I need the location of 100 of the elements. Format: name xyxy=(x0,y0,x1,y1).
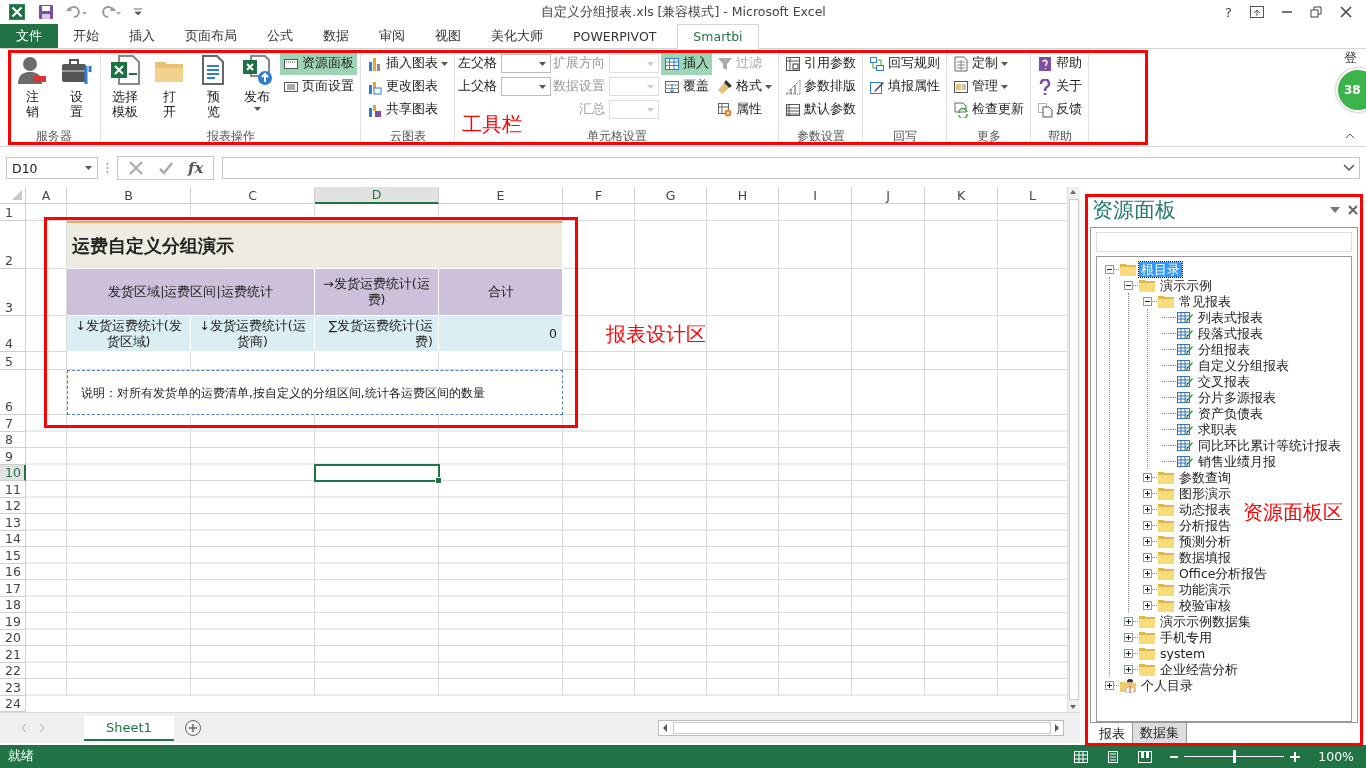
tree-item[interactable]: Office分析报告 xyxy=(1177,565,1270,581)
ribbon-button[interactable]: 管理 xyxy=(950,75,1027,98)
column-header[interactable]: J xyxy=(852,187,925,204)
ribbon-button[interactable]: 属性 xyxy=(714,98,775,121)
row-header[interactable]: 2 xyxy=(0,221,26,269)
row-header[interactable]: 3 xyxy=(0,269,26,316)
ribbon-button[interactable]: 发布 xyxy=(236,52,278,128)
tree-item[interactable]: 动态报表 xyxy=(1177,501,1233,517)
row-header[interactable]: 7 xyxy=(0,415,26,432)
scrollbar-thumb[interactable] xyxy=(673,722,1051,734)
row-header[interactable]: 22 xyxy=(0,662,26,679)
ribbon-tab[interactable]: POWERPIVOT xyxy=(558,24,672,48)
column-header[interactable]: E xyxy=(439,187,563,204)
ribbon-button[interactable]: 检查更新 xyxy=(950,98,1027,121)
tree-item[interactable]: 分片多源报表 xyxy=(1196,389,1278,405)
tree-item[interactable]: 企业经营分析 xyxy=(1158,661,1240,677)
tree-item[interactable]: 常见报表 xyxy=(1177,293,1233,309)
column-header[interactable]: I xyxy=(779,187,852,204)
ribbon-button[interactable]: 资源面板 xyxy=(280,52,357,75)
ribbon-button[interactable]: 回写规则 xyxy=(866,52,943,75)
search-field[interactable] xyxy=(1096,232,1352,252)
ribbon-button[interactable]: 帮助 xyxy=(1034,52,1085,75)
ribbon-tab[interactable]: 美化大师 xyxy=(476,24,558,48)
collapse-toggle[interactable] xyxy=(1143,296,1152,306)
ribbon-button[interactable]: 默认参数 xyxy=(782,98,859,121)
tree-item[interactable]: 交叉报表 xyxy=(1196,373,1252,389)
expand-toggle[interactable] xyxy=(1143,584,1152,594)
row-header[interactable]: 21 xyxy=(0,646,26,663)
ribbon-button[interactable]: 注销 xyxy=(11,52,53,128)
tree-item[interactable]: 自定义分组报表 xyxy=(1196,357,1291,373)
ribbon-button[interactable]: 更改图表 xyxy=(364,75,451,98)
sheet-tab[interactable]: Sheet1 xyxy=(84,715,174,741)
row-header[interactable]: 6 xyxy=(0,370,26,415)
ribbon-tab[interactable]: 页面布局 xyxy=(170,24,252,48)
column-header[interactable]: A xyxy=(26,187,67,204)
column-header[interactable]: G xyxy=(635,187,707,204)
ribbon-tab[interactable]: 文件 xyxy=(0,24,58,48)
tree-item[interactable]: 演示示例数据集 xyxy=(1158,613,1253,629)
row-header[interactable]: 23 xyxy=(0,679,26,696)
row-header[interactable]: 24 xyxy=(0,695,26,712)
row-header[interactable]: 11 xyxy=(0,481,26,498)
cell-cursor[interactable] xyxy=(314,463,440,482)
column-header[interactable]: H xyxy=(707,187,779,204)
ribbon-button[interactable]: 插入 xyxy=(661,52,712,75)
ribbon-button[interactable]: 共享图表 xyxy=(364,98,451,121)
tree-item[interactable]: 列表式报表 xyxy=(1196,309,1265,325)
row-header[interactable]: 15 xyxy=(0,547,26,564)
insert-function-button[interactable]: fx xyxy=(188,159,204,177)
expand-toggle[interactable] xyxy=(1143,488,1152,498)
ribbon-button[interactable]: 格式 xyxy=(714,75,775,98)
expand-toggle[interactable] xyxy=(1143,472,1152,482)
tree-item[interactable]: 段落式报表 xyxy=(1196,325,1265,341)
tree-item[interactable]: 图形演示 xyxy=(1177,485,1233,501)
tree-item[interactable]: 求职表 xyxy=(1196,421,1239,437)
row-header[interactable]: 17 xyxy=(0,580,26,597)
tree-item[interactable]: 同比环比累计等统计报表 xyxy=(1196,437,1343,453)
column-header[interactable]: B xyxy=(67,187,191,204)
expand-toggle[interactable] xyxy=(1143,536,1152,546)
ribbon-tab[interactable]: 插入 xyxy=(114,24,170,48)
tree-item[interactable]: 销售业绩月报 xyxy=(1196,453,1278,469)
tree-item[interactable]: 手机专用 xyxy=(1158,629,1214,645)
ribbon-button[interactable]: 设置 xyxy=(55,52,97,128)
ribbon-button[interactable]: 参数排版 xyxy=(782,75,859,98)
collapse-toggle[interactable] xyxy=(1105,264,1114,274)
ribbon-tab[interactable]: 视图 xyxy=(420,24,476,48)
row-header[interactable]: 4 xyxy=(0,316,26,352)
ribbon-tab[interactable]: 公式 xyxy=(252,24,308,48)
ribbon-tab[interactable]: 数据 xyxy=(308,24,364,48)
expand-toggle[interactable] xyxy=(1143,600,1152,610)
tree-item[interactable]: 校验审核 xyxy=(1177,597,1233,613)
scrollbar-thumb[interactable] xyxy=(1069,199,1079,700)
collapse-toggle[interactable] xyxy=(1124,280,1133,290)
ribbon-button[interactable]: 填报属性 xyxy=(866,75,943,98)
ribbon-button[interactable]: 关于 xyxy=(1034,75,1085,98)
row-header[interactable]: 14 xyxy=(0,530,26,547)
tree-item[interactable]: 分组报表 xyxy=(1196,341,1252,357)
formula-input[interactable] xyxy=(222,157,1360,179)
expand-toggle[interactable] xyxy=(1124,648,1133,658)
tree-item[interactable]: 数据填报 xyxy=(1177,549,1233,565)
row-header[interactable]: 12 xyxy=(0,497,26,514)
expand-toggle[interactable] xyxy=(1105,680,1114,690)
ribbon-button[interactable]: 插入图表 xyxy=(364,52,451,75)
expand-toggle[interactable] xyxy=(1143,520,1152,530)
tree-item[interactable]: 分析报告 xyxy=(1177,517,1233,533)
ribbon-tab[interactable]: Smartbi xyxy=(677,24,759,49)
expand-toggle[interactable] xyxy=(1143,504,1152,514)
name-box[interactable]: D10 xyxy=(6,157,98,179)
help-button[interactable]: ? xyxy=(1225,4,1232,20)
ribbon-button[interactable]: 定制 xyxy=(950,52,1027,75)
row-header[interactable]: 5 xyxy=(0,352,26,370)
row-header[interactable]: 19 xyxy=(0,613,26,630)
ribbon-button[interactable]: 页面设置 xyxy=(280,75,357,98)
expand-toggle[interactable] xyxy=(1143,568,1152,578)
panel-tab[interactable]: 数据集 xyxy=(1132,723,1187,745)
ribbon-button[interactable]: 反馈 xyxy=(1034,98,1085,121)
tree-item[interactable]: 演示示例 xyxy=(1158,277,1214,293)
zoom-level[interactable]: 100% xyxy=(1318,749,1354,764)
tree-item[interactable]: 资产负债表 xyxy=(1196,405,1265,421)
dropdown-field[interactable] xyxy=(501,54,551,73)
ribbon-tab[interactable]: 开始 xyxy=(58,24,114,48)
